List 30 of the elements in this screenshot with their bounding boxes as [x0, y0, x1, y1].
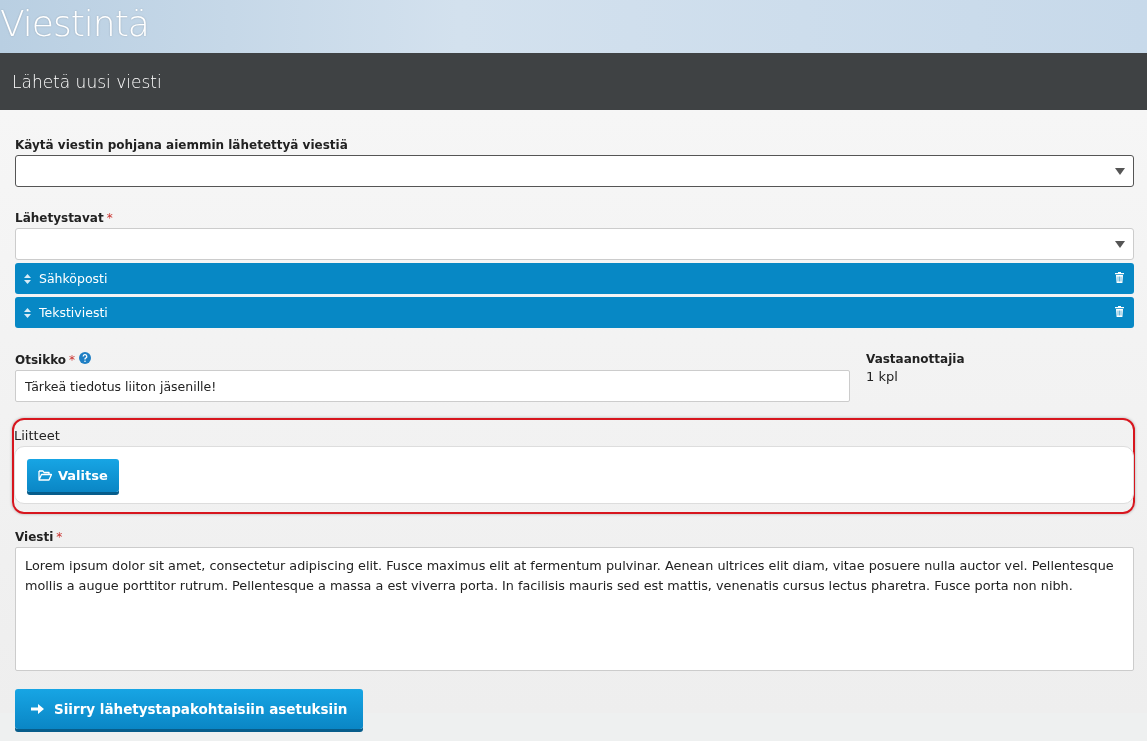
sort-arrows-icon [24, 273, 31, 284]
arrow-right-icon [31, 703, 44, 715]
required-mark: * [69, 353, 76, 367]
folder-icon [38, 470, 52, 481]
field-label: Lähetystavat [15, 211, 104, 225]
recipient-count: 1 kpl [866, 369, 899, 384]
panel-title: Lähetä uusi viesti [12, 71, 162, 92]
field-label: Liitteet [14, 428, 60, 443]
help-icon[interactable] [79, 352, 92, 364]
message-field[interactable]: Lorem ipsum dolor sit amet, consectetur adipiscing elit. Fusce maximus elit at fermentum pulvinar. Aenean ultrices elit diam, vitae posuere nulla auctor vel. Pellentesque mollis a augue porttitor rutrum. Pellentesque a massa a est viverra porta. In facilisis mauris sed est mattis, venenatis cursus lectus pharetra. Fusce porta non nibh. [15, 547, 1134, 671]
field-label: Viesti [15, 530, 54, 544]
subject-field[interactable]: Tärkeä tiedotus liiton jäsenille! [15, 370, 850, 402]
next-step-button[interactable]: Siirry lähetystapakohtaisiin asetuksiin [15, 689, 364, 729]
page-title: Viestintä [0, 6, 149, 42]
dropdown-caret-icon [1115, 167, 1125, 175]
send-method-name: Sähköposti [39, 271, 109, 286]
sort-arrows-icon [24, 307, 31, 318]
template-dropdown[interactable] [15, 155, 1134, 187]
trash-icon[interactable] [1115, 306, 1124, 317]
send-method-item[interactable]: Tekstiviesti [15, 297, 1134, 328]
field-label: Vastaanottajia [866, 352, 965, 366]
choose-file-button[interactable]: Valitse [27, 459, 119, 492]
required-mark: * [56, 530, 63, 544]
dropdown-caret-icon [1115, 240, 1125, 248]
field-label: Käytä viestin pohjana aiemmin lähetettyä viestiä [15, 138, 348, 152]
required-mark: * [106, 211, 113, 225]
trash-icon[interactable] [1115, 272, 1124, 283]
send-method-item[interactable]: Sähköposti [15, 263, 1134, 294]
field-label: Otsikko [15, 353, 67, 367]
send-method-name: Tekstiviesti [39, 305, 109, 320]
